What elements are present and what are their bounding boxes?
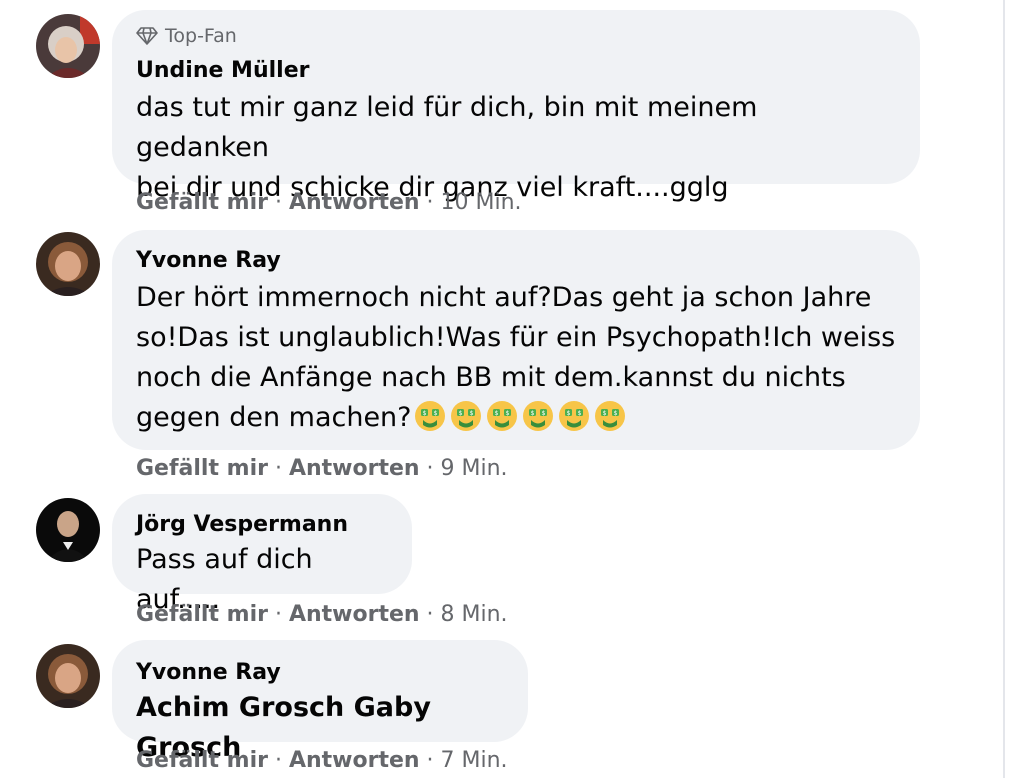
badge-label: Top-Fan — [165, 25, 237, 47]
comment-author[interactable]: Jörg Vespermann — [136, 510, 388, 540]
svg-text:$: $ — [530, 410, 534, 417]
svg-text:$: $ — [505, 410, 509, 417]
reply-button[interactable]: Antworten — [289, 456, 420, 481]
reply-button[interactable]: Antworten — [289, 748, 420, 773]
comment-author[interactable]: Yvonne Ray — [136, 658, 504, 688]
money-mouth-face-icon: $ $ — [558, 401, 589, 431]
emoji-row: $ $ $ $ $ $ $ $ $ $ $ $ — [414, 400, 630, 432]
money-mouth-face-icon: $ $ — [486, 401, 517, 431]
comment-timestamp[interactable]: 7 Min. — [441, 748, 508, 773]
like-button[interactable]: Gefällt mir — [136, 190, 268, 215]
svg-text:$: $ — [458, 410, 462, 417]
comment-author[interactable]: Yvonne Ray — [136, 246, 896, 276]
like-button[interactable]: Gefällt mir — [136, 456, 268, 481]
svg-text:$: $ — [422, 410, 426, 417]
avatar[interactable] — [36, 232, 100, 296]
svg-text:$: $ — [469, 410, 473, 417]
avatar[interactable] — [36, 498, 100, 562]
comment-bubble: Yvonne Ray Der hört immernoch nicht auf?… — [112, 230, 920, 450]
svg-text:$: $ — [433, 410, 437, 417]
comment-bubble: Top-Fan Undine Müller das tut mir ganz l… — [112, 10, 920, 203]
comment-timestamp[interactable]: 8 Min. — [441, 602, 508, 627]
comment-actions: Gefällt mir · Antworten · 8 Min. — [136, 602, 508, 627]
reply-button[interactable]: Antworten — [289, 190, 420, 215]
avatar[interactable] — [36, 14, 100, 78]
money-mouth-face-icon: $ $ — [450, 401, 481, 431]
comment-timestamp[interactable]: 10 Min. — [441, 190, 522, 215]
svg-text:$: $ — [541, 410, 545, 417]
comment-actions: Gefällt mir · Antworten · 9 Min. — [136, 456, 508, 481]
money-mouth-face-icon: $ $ — [594, 401, 625, 431]
svg-text:$: $ — [577, 410, 581, 417]
svg-text:$: $ — [602, 410, 606, 417]
svg-text:$: $ — [494, 410, 498, 417]
like-button[interactable]: Gefällt mir — [136, 748, 268, 773]
scroll-divider — [1003, 0, 1005, 778]
comment-author[interactable]: Undine Müller — [136, 56, 896, 86]
reply-button[interactable]: Antworten — [289, 602, 420, 627]
comment-actions: Gefällt mir · Antworten · 7 Min. — [136, 748, 508, 773]
money-mouth-face-icon: $ $ — [414, 401, 445, 431]
svg-text:$: $ — [613, 410, 617, 417]
comment-actions: Gefällt mir · Antworten · 10 Min. — [136, 190, 522, 215]
comment-timestamp[interactable]: 9 Min. — [441, 456, 508, 481]
comment-bubble: Yvonne Ray Achim Grosch Gaby Grosch — [112, 640, 528, 763]
comment-text: Der hört immernoch nicht auf?Das geht ja… — [136, 282, 896, 433]
avatar[interactable] — [36, 644, 100, 708]
diamond-icon — [136, 27, 158, 45]
svg-text:$: $ — [566, 410, 570, 417]
money-mouth-face-icon: $ $ — [522, 401, 553, 431]
comment-bubble: Jörg Vespermann Pass auf dich auf..... — [112, 494, 412, 615]
like-button[interactable]: Gefällt mir — [136, 602, 268, 627]
top-fan-badge: Top-Fan — [136, 24, 896, 48]
